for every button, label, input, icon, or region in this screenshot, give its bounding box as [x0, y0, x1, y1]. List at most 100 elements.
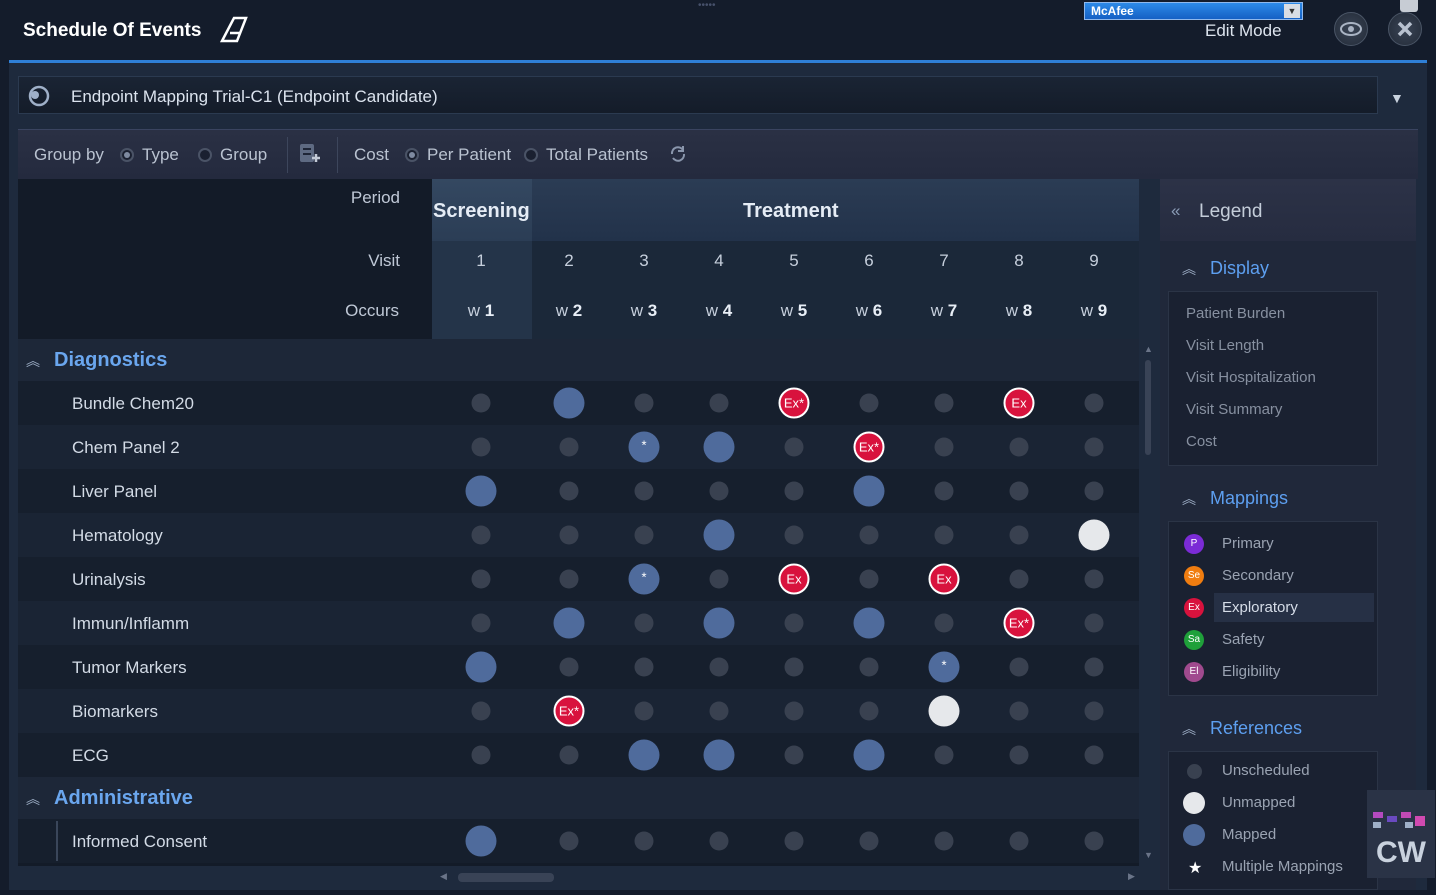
mapped-dot[interactable]	[703, 431, 735, 463]
total-patients-label[interactable]: Total Patients	[546, 145, 648, 165]
unscheduled-dot[interactable]	[784, 437, 804, 457]
period-screening[interactable]: Screening	[433, 200, 530, 223]
mcafee-toolbar[interactable]: McAfee ▼	[1084, 2, 1303, 20]
unscheduled-dot[interactable]	[634, 525, 654, 545]
display-item[interactable]: Patient Burden	[1186, 305, 1285, 322]
mapping-item[interactable]: Eligibility	[1222, 663, 1280, 680]
horizontal-scroll-thumb[interactable]	[458, 873, 554, 882]
unscheduled-dot[interactable]	[1084, 437, 1104, 457]
period-treatment[interactable]: Treatment	[743, 200, 839, 223]
unscheduled-dot[interactable]	[1084, 701, 1104, 721]
unscheduled-dot[interactable]	[859, 569, 879, 589]
references-section-title[interactable]: References	[1210, 718, 1302, 739]
unscheduled-dot[interactable]	[1084, 613, 1104, 633]
unscheduled-dot[interactable]	[709, 701, 729, 721]
mappings-section-title[interactable]: Mappings	[1210, 488, 1288, 509]
unscheduled-dot[interactable]	[559, 437, 579, 457]
unscheduled-dot[interactable]	[709, 481, 729, 501]
unscheduled-dot[interactable]	[1009, 831, 1029, 851]
scroll-down-icon[interactable]: ▼	[1144, 850, 1153, 860]
mapping-item[interactable]: Secondary	[1222, 567, 1294, 584]
row-label[interactable]: ECG	[72, 746, 109, 766]
unscheduled-dot[interactable]	[471, 437, 491, 457]
collapse-legend-icon[interactable]: «	[1171, 201, 1180, 221]
exploratory-multi-badge[interactable]: Ex*	[553, 695, 585, 727]
unscheduled-dot[interactable]	[934, 481, 954, 501]
multiple-mappings-dot[interactable]	[628, 563, 660, 595]
per-patient-radio[interactable]	[405, 148, 419, 162]
close-button[interactable]	[1388, 12, 1422, 46]
visit-number[interactable]: 5	[764, 251, 824, 271]
unmapped-dot[interactable]	[928, 695, 960, 727]
unscheduled-dot[interactable]	[1084, 745, 1104, 765]
unscheduled-dot[interactable]	[634, 481, 654, 501]
exploratory-badge[interactable]: Ex	[778, 563, 810, 595]
unscheduled-dot[interactable]	[559, 481, 579, 501]
exploratory-multi-badge[interactable]: Ex*	[1003, 607, 1035, 639]
unscheduled-dot[interactable]	[934, 613, 954, 633]
visit-number[interactable]: 2	[539, 251, 599, 271]
unscheduled-dot[interactable]	[709, 831, 729, 851]
unscheduled-dot[interactable]	[934, 437, 954, 457]
row-label[interactable]: Chem Panel 2	[72, 438, 180, 458]
collapse-section-icon[interactable]: ︽	[26, 351, 40, 371]
unscheduled-dot[interactable]	[1009, 701, 1029, 721]
unscheduled-dot[interactable]	[784, 613, 804, 633]
references-collapse-icon[interactable]: ︽	[1182, 719, 1196, 739]
unscheduled-dot[interactable]	[784, 745, 804, 765]
mapped-dot[interactable]	[465, 825, 497, 857]
unscheduled-dot[interactable]	[934, 393, 954, 413]
unscheduled-dot[interactable]	[634, 393, 654, 413]
row-label[interactable]: Liver Panel	[72, 482, 157, 502]
mapped-dot[interactable]	[703, 519, 735, 551]
chevron-down-icon[interactable]: ▼	[1390, 90, 1404, 106]
scroll-right-icon[interactable]: ▶	[1128, 871, 1135, 882]
unscheduled-dot[interactable]	[634, 613, 654, 633]
unscheduled-dot[interactable]	[784, 481, 804, 501]
unscheduled-dot[interactable]	[1009, 657, 1029, 677]
mapped-dot[interactable]	[628, 739, 660, 771]
mapped-dot[interactable]	[703, 739, 735, 771]
display-item[interactable]: Visit Length	[1186, 337, 1264, 354]
mapped-dot[interactable]	[703, 607, 735, 639]
unscheduled-dot[interactable]	[934, 831, 954, 851]
edit-mode-label[interactable]: Edit Mode	[1205, 21, 1282, 41]
export-icon[interactable]	[298, 142, 322, 166]
group-radio[interactable]	[198, 148, 212, 162]
unscheduled-dot[interactable]	[559, 831, 579, 851]
mapping-item[interactable]: Safety	[1222, 631, 1265, 648]
mapping-item[interactable]: Exploratory	[1222, 599, 1298, 616]
scroll-up-icon[interactable]: ▲	[1144, 344, 1153, 354]
mapped-dot[interactable]	[853, 739, 885, 771]
unscheduled-dot[interactable]	[1084, 569, 1104, 589]
unscheduled-dot[interactable]	[559, 657, 579, 677]
unscheduled-dot[interactable]	[471, 613, 491, 633]
visit-number[interactable]: 3	[614, 251, 674, 271]
visit-number[interactable]: 4	[689, 251, 749, 271]
multiple-mappings-dot[interactable]	[628, 431, 660, 463]
unscheduled-dot[interactable]	[859, 831, 879, 851]
visit-number[interactable]: 1	[451, 251, 511, 271]
row-label[interactable]: Biomarkers	[72, 702, 158, 722]
total-patients-radio[interactable]	[524, 148, 538, 162]
mapped-dot[interactable]	[553, 607, 585, 639]
mapped-dot[interactable]	[465, 475, 497, 507]
scroll-left-icon[interactable]: ◀	[440, 871, 447, 882]
row-label[interactable]: Urinalysis	[72, 570, 146, 590]
unscheduled-dot[interactable]	[559, 569, 579, 589]
unmapped-dot[interactable]	[1078, 519, 1110, 551]
unscheduled-dot[interactable]	[709, 569, 729, 589]
mapping-item[interactable]: Primary	[1222, 535, 1274, 552]
unscheduled-dot[interactable]	[784, 831, 804, 851]
unscheduled-dot[interactable]	[634, 701, 654, 721]
unscheduled-dot[interactable]	[471, 393, 491, 413]
unscheduled-dot[interactable]	[559, 525, 579, 545]
unscheduled-dot[interactable]	[1084, 481, 1104, 501]
per-patient-label[interactable]: Per Patient	[427, 145, 511, 165]
unscheduled-dot[interactable]	[634, 657, 654, 677]
unscheduled-dot[interactable]	[559, 745, 579, 765]
mapped-dot[interactable]	[553, 387, 585, 419]
unscheduled-dot[interactable]	[471, 745, 491, 765]
unscheduled-dot[interactable]	[709, 657, 729, 677]
unscheduled-dot[interactable]	[1084, 657, 1104, 677]
